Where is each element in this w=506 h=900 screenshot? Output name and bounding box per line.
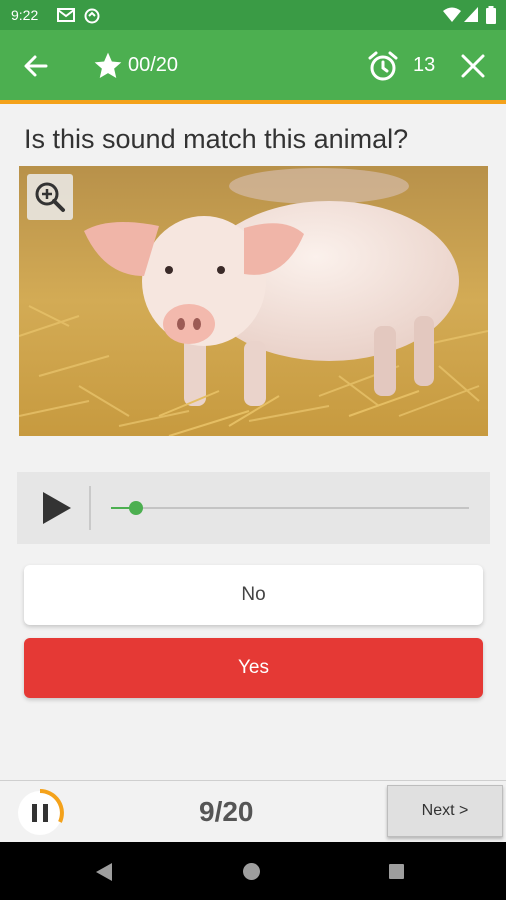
pause-timer-icon[interactable]	[16, 789, 64, 837]
play-icon[interactable]	[41, 490, 73, 526]
score-counter: 00/20	[128, 54, 179, 76]
nav-back-icon[interactable]	[96, 863, 112, 881]
wifi-icon	[443, 7, 461, 22]
next-button[interactable]: Next >	[387, 785, 503, 837]
audio-seek-bar[interactable]	[111, 501, 469, 515]
star-icon	[94, 52, 122, 78]
system-nav-bar	[0, 842, 506, 900]
yes-button[interactable]: Yes	[24, 638, 483, 698]
zoom-in-icon	[35, 182, 65, 212]
nav-recents-icon[interactable]	[389, 864, 404, 879]
app-bar: 00/20 13	[0, 30, 506, 104]
timer-count: 13	[413, 54, 436, 76]
zoom-button[interactable]	[27, 174, 73, 220]
status-bar: 9:22	[0, 0, 506, 30]
app-bar-accent-line	[0, 100, 506, 104]
status-time: 9:22	[11, 7, 39, 23]
alarm-clock-icon	[368, 51, 398, 81]
bottom-bar: 9/20 Next >	[0, 780, 506, 843]
pig-illustration	[19, 166, 488, 436]
signal-icon	[464, 7, 478, 22]
battery-icon	[486, 6, 496, 24]
back-arrow-icon[interactable]	[22, 52, 50, 80]
question-text: Is this sound match this animal?	[24, 124, 409, 154]
audio-player	[17, 472, 490, 544]
audio-seek-thumb[interactable]	[129, 501, 144, 515]
question-progress: 9/20	[199, 796, 254, 827]
animal-image	[19, 166, 488, 436]
nav-home-icon[interactable]	[243, 863, 260, 880]
player-divider	[89, 486, 91, 530]
sync-icon	[84, 8, 100, 24]
gmail-icon	[57, 8, 75, 22]
no-button[interactable]: No	[24, 565, 483, 625]
close-icon[interactable]	[459, 52, 487, 80]
